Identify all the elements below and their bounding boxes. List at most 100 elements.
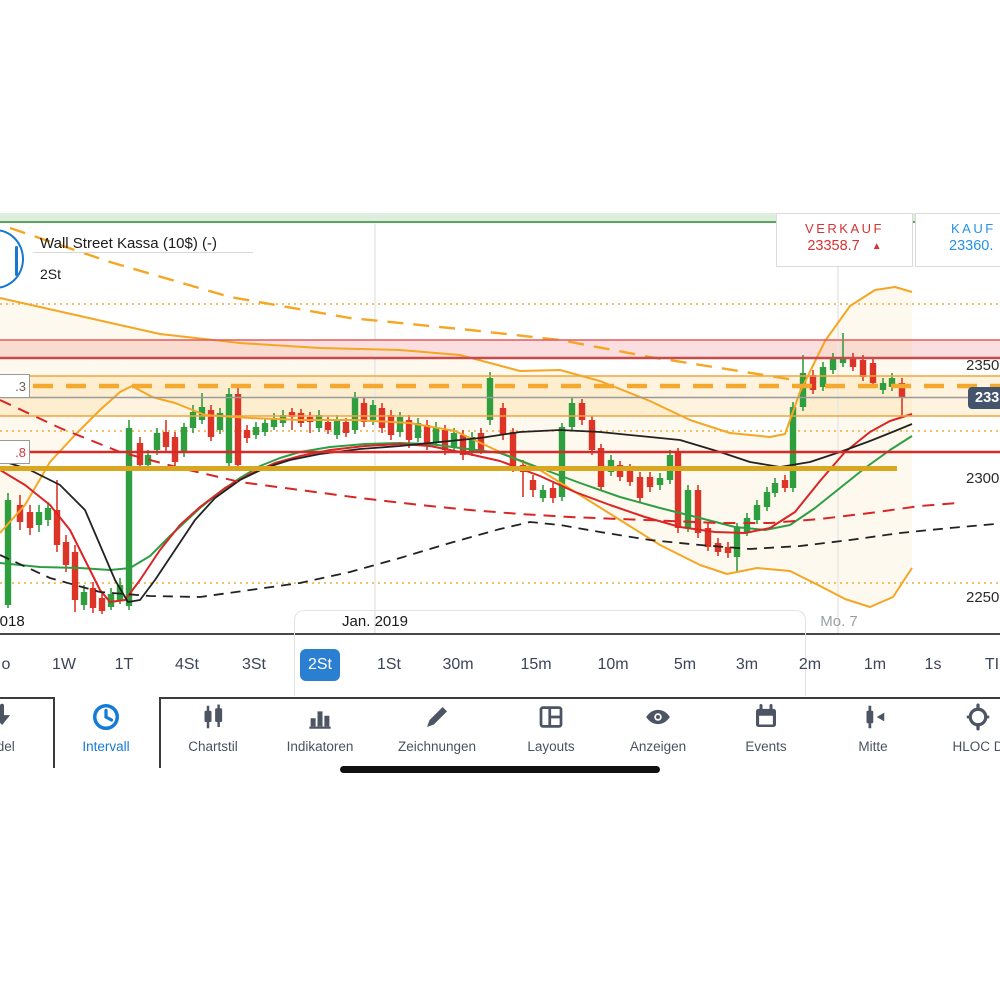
candle-down bbox=[675, 453, 681, 528]
interval-option-15m[interactable]: 15m bbox=[508, 649, 564, 681]
price-axis-label: 23500 bbox=[966, 357, 1000, 374]
candle-down bbox=[860, 360, 866, 377]
interval-option-3m[interactable]: 3m bbox=[719, 649, 775, 681]
layout-icon bbox=[496, 702, 606, 737]
pencil-icon bbox=[382, 702, 492, 737]
toolbar-item-intervall[interactable]: Intervall bbox=[51, 702, 161, 762]
candle-down bbox=[379, 408, 385, 428]
candle-down bbox=[208, 410, 214, 437]
toolbar-item-label: ndel bbox=[0, 739, 57, 754]
candle-down bbox=[510, 432, 516, 467]
candle-down bbox=[27, 512, 33, 528]
candle-down bbox=[530, 480, 536, 490]
candle-down bbox=[137, 443, 143, 465]
candle-up bbox=[397, 417, 403, 432]
candle-left-arrow-icon bbox=[818, 702, 928, 737]
candle-down bbox=[244, 430, 250, 438]
candle-up bbox=[772, 483, 778, 493]
candle-down bbox=[99, 598, 105, 611]
toolbar-item-label: Chartstil bbox=[158, 739, 268, 754]
download-icon bbox=[0, 702, 57, 737]
eye-icon bbox=[603, 702, 713, 737]
hloc-target-icon bbox=[923, 702, 1000, 737]
candle-up bbox=[657, 478, 663, 485]
toolbar-border-left bbox=[0, 697, 53, 699]
candle-up bbox=[352, 397, 358, 430]
interval-option-3st[interactable]: 3St bbox=[226, 649, 282, 681]
interval-option-30m[interactable]: 30m bbox=[430, 649, 486, 681]
candle-down bbox=[850, 358, 856, 367]
candle-down bbox=[579, 403, 585, 420]
interval-option-1m[interactable]: 1m bbox=[847, 649, 903, 681]
candle-up bbox=[36, 512, 42, 525]
interval-option-10m[interactable]: 10m bbox=[585, 649, 641, 681]
candle-down bbox=[63, 542, 69, 565]
interval-option-1w[interactable]: 1W bbox=[36, 649, 92, 681]
toolbar-item-label: Mitte bbox=[818, 739, 928, 754]
toolbar-item-chartstil[interactable]: Chartstil bbox=[158, 702, 268, 762]
candle-down bbox=[424, 425, 430, 445]
candle-up bbox=[370, 405, 376, 420]
interval-option-5m[interactable]: 5m bbox=[657, 649, 713, 681]
instrument-title[interactable]: Wall Street Kassa (10$) (-) bbox=[40, 235, 217, 252]
candle-up bbox=[316, 415, 322, 428]
candle-down bbox=[500, 408, 506, 435]
candle-down bbox=[782, 480, 788, 488]
toolbar-border-right bbox=[159, 697, 1000, 699]
candle-up bbox=[744, 518, 750, 532]
interval-option-2m[interactable]: 2m bbox=[782, 649, 838, 681]
candle-up bbox=[81, 592, 87, 605]
trading-app-screen: Wall Street Kassa (10$) (-) 2St VERKAUF … bbox=[0, 0, 1000, 1000]
buy-button[interactable]: KAUF 23360. bbox=[915, 213, 1000, 267]
calendar-icon bbox=[711, 702, 821, 737]
candle-down bbox=[325, 422, 331, 430]
clock-icon bbox=[51, 702, 161, 737]
candle-up bbox=[880, 383, 886, 390]
interval-option-2st[interactable]: 2St bbox=[300, 649, 340, 681]
interval-option-1t[interactable]: 1T bbox=[96, 649, 152, 681]
toolbar-item-mitte[interactable]: Mitte bbox=[818, 702, 928, 762]
current-price-badge: 23358.7 bbox=[968, 387, 1000, 409]
title-underline bbox=[33, 252, 253, 253]
toolbar-item-ndel[interactable]: ndel bbox=[0, 702, 57, 762]
candle-up bbox=[262, 423, 268, 432]
interval-option-o[interactable]: o bbox=[0, 649, 34, 681]
candle-up bbox=[154, 433, 160, 450]
home-indicator[interactable] bbox=[340, 766, 660, 773]
interval-option-1st[interactable]: 1St bbox=[361, 649, 417, 681]
toolbar-item-zeichnungen[interactable]: Zeichnungen bbox=[382, 702, 492, 762]
toolbar-item-layouts[interactable]: Layouts bbox=[496, 702, 606, 762]
time-axis-label: 2018 bbox=[0, 613, 25, 630]
toolbar-item-hloc-d[interactable]: HLOC D bbox=[923, 702, 1000, 762]
candle-down bbox=[647, 477, 653, 487]
candle-down bbox=[235, 394, 241, 465]
candle-up bbox=[569, 403, 575, 427]
toolbar-item-anzeigen[interactable]: Anzeigen bbox=[603, 702, 713, 762]
time-axis-label: Mo. 7 bbox=[820, 613, 858, 630]
bar-chart-icon bbox=[265, 702, 375, 737]
interval-option-1s[interactable]: 1s bbox=[905, 649, 961, 681]
toolbar-item-label: HLOC D bbox=[923, 739, 1000, 754]
toolbar-item-events[interactable]: Events bbox=[711, 702, 821, 762]
candle-down bbox=[695, 490, 701, 533]
price-chart-canvas[interactable] bbox=[0, 0, 1000, 1000]
candle-down bbox=[298, 413, 304, 423]
candle-down bbox=[361, 403, 367, 422]
level-price-tag: .8 bbox=[0, 440, 30, 464]
sell-button[interactable]: VERKAUF 23358.7 ▲ bbox=[776, 213, 913, 267]
interval-option-ti[interactable]: TI bbox=[964, 649, 1000, 681]
candle-up bbox=[5, 500, 11, 605]
toolbar-item-label: Anzeigen bbox=[603, 739, 713, 754]
toolbar-item-label: Zeichnungen bbox=[382, 739, 492, 754]
candle-up bbox=[830, 358, 836, 370]
instrument-logo-bar bbox=[15, 246, 18, 276]
candle-down bbox=[550, 488, 556, 498]
interval-option-4st[interactable]: 4St bbox=[159, 649, 215, 681]
sell-price: 23358.7 ▲ bbox=[777, 238, 912, 254]
sell-label: VERKAUF bbox=[777, 221, 912, 236]
level-price-tag: .3 bbox=[0, 374, 30, 398]
candle-up bbox=[334, 420, 340, 435]
candle-up bbox=[754, 505, 760, 520]
candle-down bbox=[637, 477, 643, 498]
toolbar-item-indikatoren[interactable]: Indikatoren bbox=[265, 702, 375, 762]
